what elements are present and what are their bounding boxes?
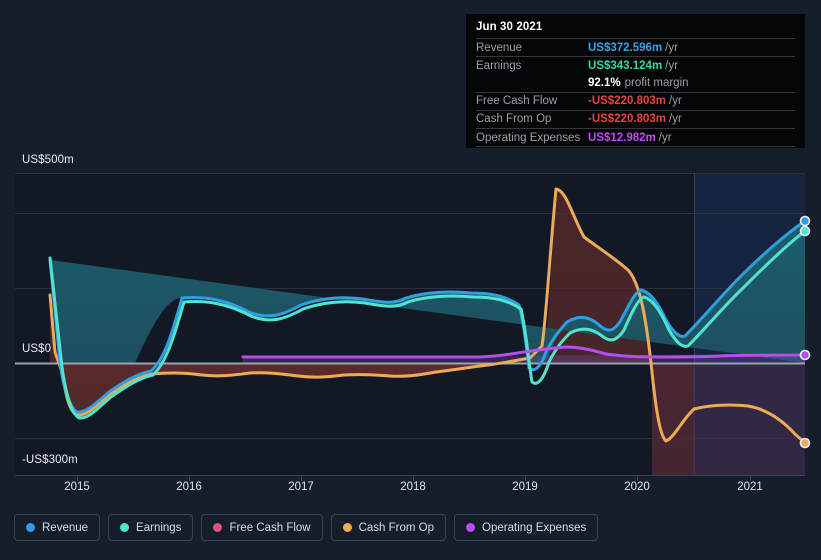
tooltip-value-cash-from-op: -US$220.803m bbox=[588, 113, 666, 126]
x-axis-label-2020: 2020 bbox=[624, 481, 650, 493]
legend-label-free-cash-flow: Free Cash Flow bbox=[229, 521, 311, 534]
legend-item-free-cash-flow[interactable]: Free Cash Flow bbox=[201, 514, 323, 541]
tooltip-row-revenue: Revenue US$372.596m /yr bbox=[476, 38, 795, 56]
x-axis-label-2016: 2016 bbox=[176, 481, 202, 493]
tooltip-unit-operating-expenses: /yr bbox=[658, 131, 672, 144]
tooltip-label-free-cash-flow: Free Cash Flow bbox=[476, 95, 558, 108]
y-axis-label-zero: US$0 bbox=[22, 343, 52, 355]
tooltip-unit-cash-from-op: /yr bbox=[669, 113, 682, 126]
chart-tooltip: Jun 30 2021 Revenue US$372.596m /yr Earn… bbox=[466, 14, 805, 148]
tooltip-row-free-cash-flow: Free Cash Flow -US$220.803m /yr bbox=[476, 91, 795, 110]
tooltip-row-cash-from-op: Cash From Op -US$220.803m /yr bbox=[476, 109, 795, 128]
tooltip-value-profit-margin: 92.1% bbox=[588, 76, 621, 89]
tooltip-label-cash-from-op: Cash From Op bbox=[476, 113, 552, 126]
tooltip-value-earnings: US$343.124m bbox=[588, 59, 663, 72]
x-axis-label-2021: 2021 bbox=[737, 481, 763, 493]
tooltip-date: Jun 30 2021 bbox=[476, 21, 543, 33]
tooltip-unit-free-cash-flow: /yr bbox=[669, 95, 682, 108]
operating-expenses-endpoint-dot[interactable] bbox=[799, 349, 811, 361]
legend-label-cash-from-op: Cash From Op bbox=[358, 521, 435, 534]
tooltip-row-operating-expenses: Operating Expenses US$12.982m /yr bbox=[476, 127, 795, 148]
legend-label-operating-expenses: Operating Expenses bbox=[482, 521, 587, 534]
tooltip-label-operating-expenses: Operating Expenses bbox=[476, 131, 581, 144]
chart-page: US$500m US$0 -US$300m 2015 2016 2017 201… bbox=[0, 0, 821, 560]
tooltip-label-revenue: Revenue bbox=[476, 41, 523, 54]
earnings-color-dot-icon bbox=[120, 523, 130, 532]
legend-item-cash-from-op[interactable]: Cash From Op bbox=[330, 514, 447, 541]
cash-from-op-endpoint-dot[interactable] bbox=[799, 437, 811, 449]
legend-label-earnings: Earnings bbox=[136, 521, 182, 534]
x-axis-label-2019: 2019 bbox=[512, 481, 538, 493]
tooltip-unit-revenue: /yr bbox=[665, 41, 678, 54]
free-cash-flow-color-dot-icon bbox=[213, 523, 223, 532]
legend-item-revenue[interactable]: Revenue bbox=[14, 514, 101, 541]
legend-item-operating-expenses[interactable]: Operating Expenses bbox=[454, 514, 599, 541]
y-axis-label-top: US$500m bbox=[22, 154, 74, 166]
tooltip-sub-profit-margin: profit margin bbox=[624, 76, 689, 89]
x-axis-label-2015: 2015 bbox=[64, 481, 90, 493]
tooltip-value-free-cash-flow: -US$220.803m bbox=[588, 95, 666, 108]
cash-from-op-color-dot-icon bbox=[342, 523, 352, 532]
revenue-color-dot-icon bbox=[26, 523, 35, 532]
tooltip-value-operating-expenses: US$12.982m bbox=[588, 131, 656, 144]
tooltip-row-earnings: Earnings US$343.124m /yr bbox=[476, 56, 795, 74]
tooltip-row-profit-margin: 92.1% profit margin bbox=[476, 74, 795, 91]
tooltip-unit-earnings: /yr bbox=[665, 59, 678, 72]
legend-label-revenue: Revenue bbox=[42, 521, 89, 534]
earnings-endpoint-dot[interactable] bbox=[799, 225, 811, 237]
revenue-endpoint-dot[interactable] bbox=[799, 215, 811, 227]
legend-item-earnings[interactable]: Earnings bbox=[108, 514, 194, 541]
y-axis-label-bottom: -US$300m bbox=[22, 454, 78, 466]
chart-legend: Revenue Earnings Free Cash Flow Cash Fro… bbox=[14, 514, 599, 541]
tooltip-label-earnings: Earnings bbox=[476, 59, 522, 72]
operating-expenses-color-dot-icon bbox=[466, 523, 476, 532]
x-axis-label-2018: 2018 bbox=[400, 481, 426, 493]
x-axis-label-2017: 2017 bbox=[288, 481, 314, 493]
tooltip-value-revenue: US$372.596m bbox=[588, 41, 663, 54]
